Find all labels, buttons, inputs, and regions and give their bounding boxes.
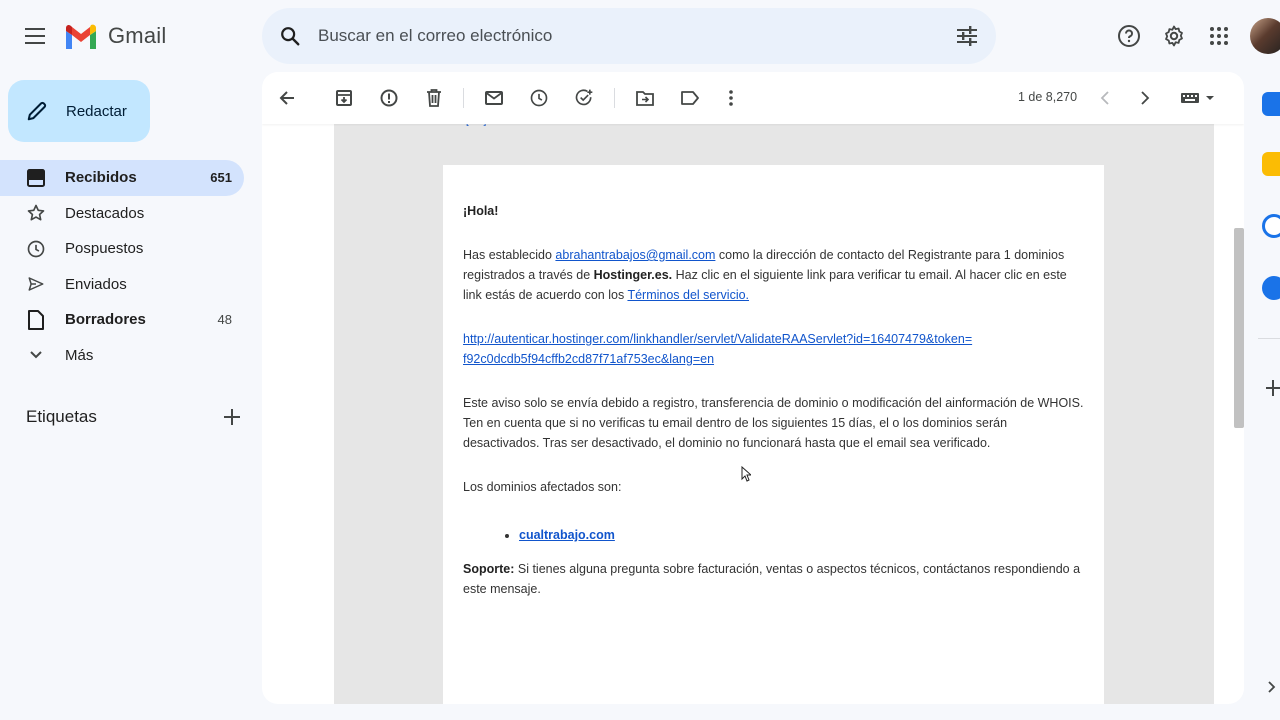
message-toolbar: 1 de 8,270 [262,72,1244,124]
sidebar-item-label: Pospuestos [65,240,144,258]
compose-label: Redactar [66,102,127,120]
drafts-count: 48 [217,312,232,328]
compose-button[interactable]: Redactar [8,80,150,142]
email-paragraph-1: Has establecido abrahantrabajos@gmail.co… [463,248,1067,302]
apps-button[interactable] [1199,16,1239,56]
sidebar-item-label: Enviados [65,275,127,293]
archive-button[interactable] [324,78,364,118]
plus-icon[interactable] [1266,380,1280,396]
email-paragraph-3: Los dominios afectados son: [463,480,622,494]
report-icon [380,89,398,107]
terms-link[interactable]: Términos del servicio. [627,288,749,302]
search-input[interactable] [318,26,940,46]
brand-name: Hostinger.es. [593,268,673,282]
sidebar-item-label: Destacados [65,204,145,222]
newer-button[interactable] [1085,78,1125,118]
mark-unread-button[interactable] [474,78,514,118]
search-bar[interactable] [262,8,996,64]
more-icon [729,90,733,106]
sidebar-item-label: Recibidos [65,169,137,187]
domain-list: cualtrabajo.com [519,525,1084,545]
labels-title: Etiquetas [26,407,97,426]
search-options-button[interactable] [940,8,996,64]
help-button[interactable] [1109,16,1149,56]
settings-icon [1165,25,1183,47]
support-paragraph: Soporte: Si tienes alguna pregunta sobre… [463,562,1081,596]
calendar-icon[interactable] [1262,92,1280,116]
add-task-icon [575,89,593,106]
domain-link[interactable]: cualtrabajo.com [519,528,615,542]
inbox-icon [27,168,45,187]
contacts-icon[interactable] [1262,276,1280,300]
keep-icon[interactable] [1262,152,1280,176]
main-menu-button[interactable] [20,20,52,52]
chevron-down-icon [30,351,42,359]
mouse-cursor-icon [741,466,751,482]
pagination-text: 1 de 8,270 [1018,90,1078,104]
sidebar-item-drafts[interactable]: Borradores 48 [0,302,244,338]
support-label: Soporte: [463,562,515,576]
unread-count: 651 [210,170,232,186]
menu-icon [25,28,45,44]
apps-icon [1210,27,1228,45]
sidebar-item-inbox[interactable]: Recibidos 651 [0,160,244,196]
back-button[interactable] [267,78,307,118]
labels-button[interactable] [670,78,710,118]
plus-icon[interactable] [224,409,240,425]
chevron-right-icon [1141,91,1150,105]
labels-header: Etiquetas [26,400,240,434]
account-avatar[interactable] [1250,18,1280,54]
older-button[interactable] [1125,78,1165,118]
back-arrow-icon [279,91,294,105]
add-to-tasks-button[interactable] [564,78,604,118]
clock-icon [27,240,45,258]
tasks-icon[interactable] [1262,214,1280,238]
sidebar-item-label: Más [65,346,94,364]
sidebar-item-snoozed[interactable]: Pospuestos [0,231,244,267]
gmail-m-icon [66,24,96,49]
sidebar-item-label: Borradores [65,311,146,329]
verification-link-block: http://autenticar.hostinger.com/linkhand… [463,329,1084,369]
trash-icon [427,89,441,107]
keyboard-icon [1181,93,1214,103]
move-to-button[interactable] [625,78,665,118]
chevron-left-icon [1100,91,1109,105]
search-icon [281,27,300,46]
draft-icon [28,309,44,330]
sidebar-item-starred[interactable]: Destacados [0,196,244,232]
snooze-button[interactable] [519,78,559,118]
sidebar-item-more[interactable]: Más [0,338,244,374]
report-spam-button[interactable] [369,78,409,118]
gmail-logo[interactable]: Gmail [64,20,166,52]
archive-icon [336,90,352,106]
sidebar-nav: Recibidos 651 Destacados Pospuestos Envi… [0,160,256,373]
tune-icon [957,26,977,46]
pencil-icon [27,101,47,121]
email-body: ¡Hola! Has establecido abrahantrabajos@g… [443,165,1104,704]
scrollbar-thumb[interactable] [1234,228,1244,428]
snooze-icon [530,89,548,107]
sidebar-item-sent[interactable]: Enviados [0,267,244,303]
move-icon [636,91,654,106]
settings-button[interactable] [1154,16,1194,56]
chevron-right-icon[interactable] [1268,681,1276,693]
message-panel: 1 de 8,270 [ ] ¡Hola! Has establecido ab… [262,72,1244,704]
delete-button[interactable] [414,78,454,118]
send-icon [28,277,44,291]
label-icon [681,91,699,105]
email-greeting: ¡Hola! [463,204,499,218]
search-button[interactable] [262,8,318,64]
star-icon [27,204,45,221]
contact-email-link[interactable]: abrahantrabajos@gmail.com [555,248,715,262]
help-icon [1118,25,1140,47]
mail-icon [485,91,503,105]
email-paragraph-2: Este aviso solo se envía debido a regist… [463,396,1084,450]
verification-link[interactable]: http://autenticar.hostinger.com/linkhand… [463,332,972,366]
more-options-button[interactable] [711,78,751,118]
rail-divider [1258,338,1280,339]
input-tools-button[interactable] [1170,78,1226,118]
list-item: cualtrabajo.com [519,525,1084,545]
app-name: Gmail [108,23,167,48]
